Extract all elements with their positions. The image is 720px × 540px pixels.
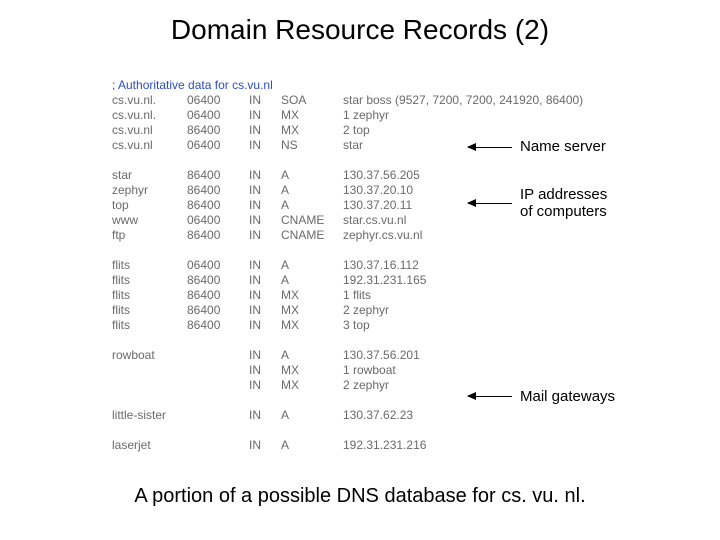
table-row: little-sisterINA130.37.62.23 — [112, 408, 583, 423]
table-row: www06400INCNAMEstar.cs.vu.nl — [112, 213, 583, 228]
arrow-mailgateways — [468, 396, 512, 397]
table-row: top86400INA130.37.20.11 — [112, 198, 583, 213]
table-row: star86400INA130.37.56.205 — [112, 168, 583, 183]
dns-records-table: cs.vu.nl.06400INSOAstar boss (9527, 7200… — [112, 78, 583, 453]
label-nameserver: Name server — [520, 138, 606, 155]
table-row: cs.vu.nl.06400INMX1 zephyr — [112, 108, 583, 123]
table-row: zephyr86400INA130.37.20.10 — [112, 183, 583, 198]
table-row: cs.vu.nl86400INMX2 top — [112, 123, 583, 138]
table-row: laserjetINA192.31.231.216 — [112, 438, 583, 453]
table-row: flits86400INMX2 zephyr — [112, 303, 583, 318]
table-row: cs.vu.nl.06400INSOAstar boss (9527, 7200… — [112, 93, 583, 108]
table-row: ftp86400INCNAMEzephyr.cs.vu.nl — [112, 228, 583, 243]
slide-title: Domain Resource Records (2) — [0, 14, 720, 46]
label-ipaddresses-line2: of computers — [520, 203, 607, 220]
label-ipaddresses: IP addresses of computers — [520, 186, 607, 220]
table-row: flits86400INA192.31.231.165 — [112, 273, 583, 288]
label-mailgateways: Mail gateways — [520, 388, 615, 405]
table-row: flits86400INMX3 top — [112, 318, 583, 333]
table-row: rowboatINA130.37.56.201 — [112, 348, 583, 363]
label-ipaddresses-line1: IP addresses — [520, 186, 607, 203]
table-row: flits06400INA130.37.16.112 — [112, 258, 583, 273]
arrow-ipaddresses — [468, 203, 512, 204]
table-row: INMX1 rowboat — [112, 363, 583, 378]
table-row: flits86400INMX1 flits — [112, 288, 583, 303]
table-row: INMX2 zephyr — [112, 378, 583, 393]
slide-caption: A portion of a possible DNS database for… — [0, 485, 720, 508]
table-row: cs.vu.nl06400INNSstar — [112, 138, 583, 153]
arrow-nameserver — [468, 147, 512, 148]
